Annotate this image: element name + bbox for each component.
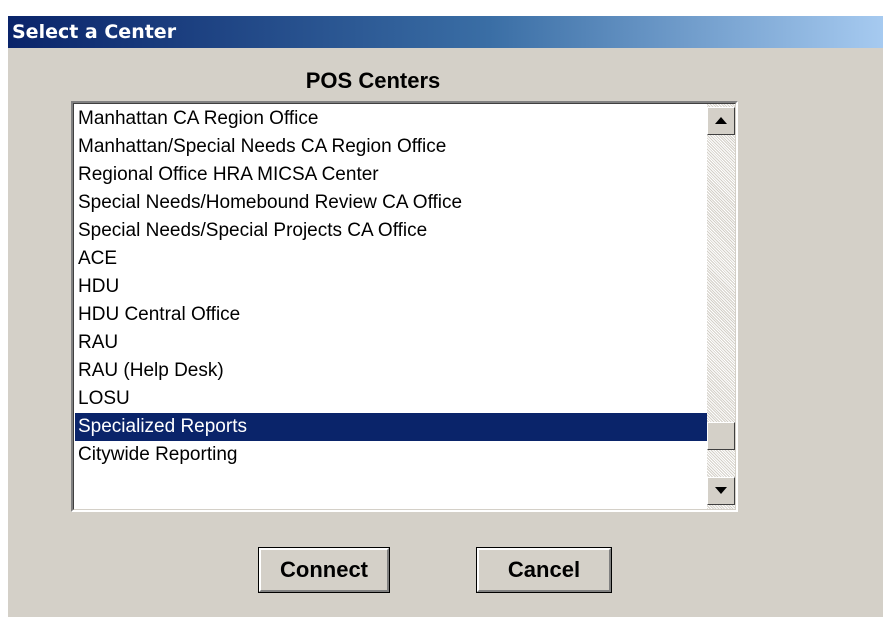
list-item[interactable]: HDU [75,273,707,301]
center-list-items: Manhattan CA Region Office Manhattan/Spe… [75,105,707,469]
list-item[interactable]: Manhattan/Special Needs CA Region Office [75,133,707,161]
scrollbar-thumb[interactable] [707,422,735,450]
list-item[interactable]: HDU Central Office [75,301,707,329]
list-item[interactable]: RAU [75,329,707,357]
dialog-title-bar[interactable]: Select a Center [8,16,883,48]
list-item[interactable]: Special Needs/Special Projects CA Office [75,217,707,245]
vertical-scrollbar[interactable] [707,104,735,509]
scroll-down-button[interactable] [707,477,735,505]
list-item[interactable]: Manhattan CA Region Office [75,105,707,133]
connect-button[interactable]: Connect [258,547,390,593]
list-item[interactable]: ACE [75,245,707,273]
list-item[interactable]: Citywide Reporting [75,441,707,469]
scroll-down-arrow-icon [715,487,727,494]
list-item[interactable]: RAU (Help Desk) [75,357,707,385]
list-item[interactable]: Specialized Reports [75,413,707,441]
list-item[interactable]: LOSU [75,385,707,413]
pos-centers-label: POS Centers [305,68,441,93]
list-item[interactable]: Regional Office HRA MICSA Center [75,161,707,189]
scroll-up-arrow-icon [715,117,727,124]
scroll-up-button[interactable] [707,107,735,135]
select-center-dialog: Select a Center POS Centers Manhattan CA… [8,16,883,617]
cancel-button[interactable]: Cancel [476,547,612,593]
cancel-button-label: Cancel [507,557,581,582]
connect-button-label: Connect [280,557,368,582]
center-listbox[interactable]: Manhattan CA Region Office Manhattan/Spe… [71,101,738,512]
dialog-title: Select a Center [12,21,177,43]
list-item[interactable]: Special Needs/Homebound Review CA Office [75,189,707,217]
